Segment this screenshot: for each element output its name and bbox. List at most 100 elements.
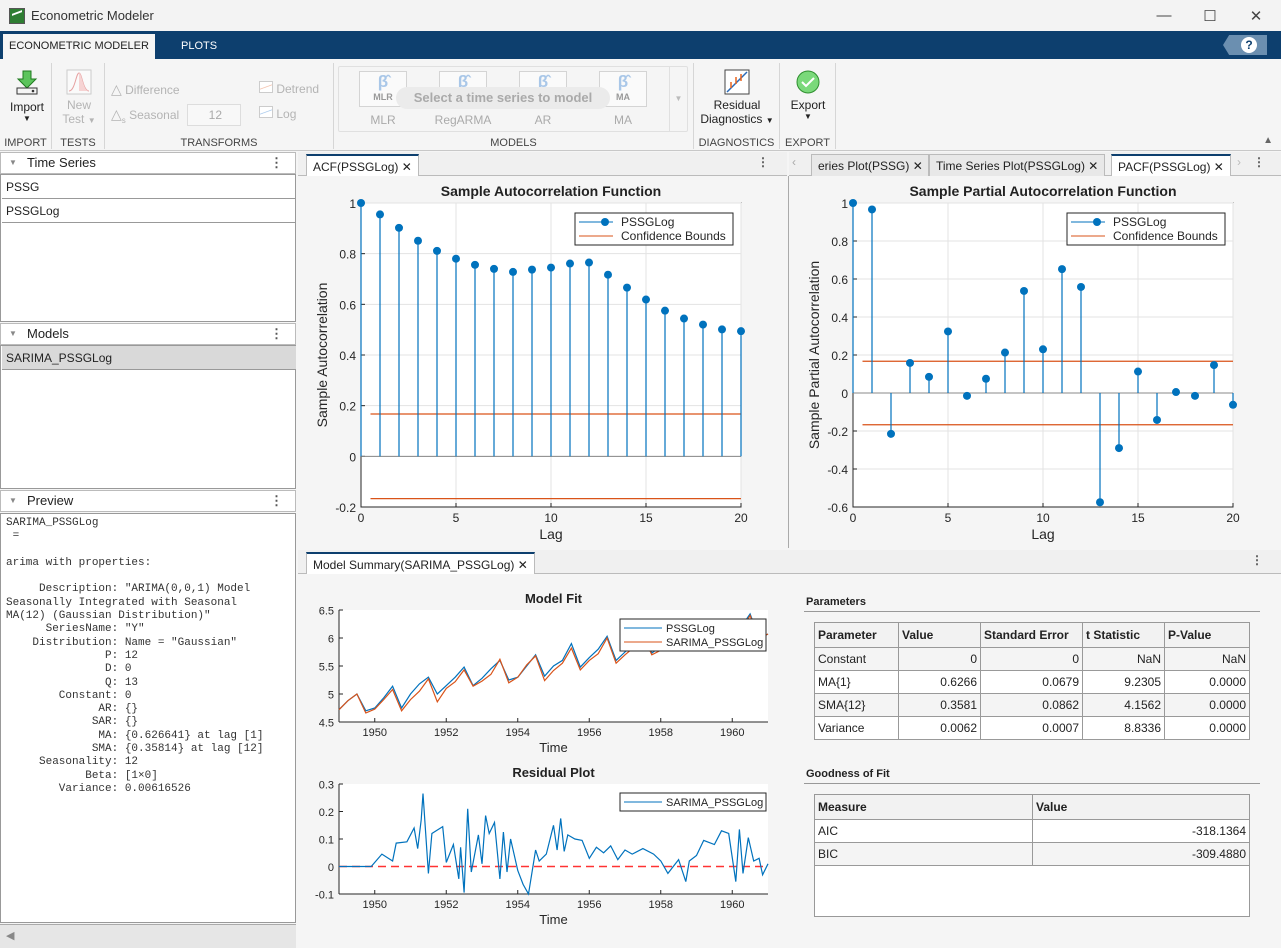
- y-tick-label: 5: [328, 690, 334, 702]
- y-tick-label: 0.2: [831, 349, 848, 363]
- section-label-diagnostics: DIAGNOSTICS: [698, 137, 775, 149]
- collapse-toolstrip-icon[interactable]: ▲: [1263, 135, 1273, 146]
- x-tick-label: 0: [850, 511, 857, 525]
- acf-chart: 0 5 10 15 20-0.200.20.40.60.81Sample Autocor…: [314, 183, 748, 542]
- y-tick-label: 1: [349, 197, 356, 211]
- y-tick-label: 0.2: [339, 400, 356, 414]
- minimize-button[interactable]: —: [1141, 0, 1187, 31]
- log-button[interactable]: Log: [259, 106, 296, 121]
- model-preview-text: SARIMA_PSSGLog = arima with properties: …: [0, 513, 296, 923]
- list-item-selected[interactable]: SARIMA_PSSGLog: [2, 346, 296, 370]
- more-options-icon[interactable]: ⋮: [270, 153, 283, 173]
- preview-panel-header[interactable]: ▼ Preview ⋮: [0, 490, 296, 512]
- table-cell: -318.1364: [1032, 819, 1250, 843]
- table-cell: 0.0062: [898, 716, 981, 740]
- seasonal-period-spinner[interactable]: 12: [187, 104, 241, 126]
- chevron-down-icon: ▼: [23, 114, 31, 123]
- new-test-button[interactable]: New Test ▼: [60, 69, 98, 126]
- models-panel-header[interactable]: ▼ Models ⋮: [0, 323, 296, 345]
- legend-label: SARIMA_PSSGLog: [666, 637, 763, 649]
- seasonal-button[interactable]: △s Seasonal: [111, 106, 179, 125]
- tab-time-series-plot-pssg[interactable]: eries Plot(PSSG) ✕: [811, 154, 929, 176]
- import-section: Import ▼ IMPORT: [0, 63, 52, 149]
- y-tick-label: 0.8: [831, 235, 848, 249]
- export-button[interactable]: Export ▼: [786, 69, 830, 121]
- y-tick-label: 0: [349, 450, 356, 464]
- stem-marker: [433, 246, 441, 255]
- more-options-icon[interactable]: ⋮: [270, 324, 283, 344]
- detrend-icon: [259, 81, 273, 93]
- column-header[interactable]: Standard Error: [980, 622, 1083, 648]
- residual-diagnostics-icon: [724, 69, 750, 95]
- tab-plots[interactable]: PLOTS: [175, 34, 223, 59]
- tab-model-summary[interactable]: Model Summary(SARIMA_PSSGLog) ✕: [306, 552, 535, 574]
- table-row[interactable]: MA{1} 0.6266 0.0679 9.2305 0.0000: [814, 670, 1250, 694]
- model-mlr-label: MLR: [370, 113, 396, 127]
- more-options-icon[interactable]: ⋮: [270, 491, 283, 511]
- y-tick-label: -0.1: [315, 890, 334, 902]
- chart-title: Residual Plot: [512, 765, 595, 780]
- table-row[interactable]: Variance 0.0062 0.0007 8.8336 0.0000: [814, 716, 1250, 740]
- checkmark-icon: [796, 70, 820, 94]
- collapse-icon[interactable]: ▼: [9, 153, 17, 173]
- x-axis-label: Time: [539, 740, 567, 755]
- legend-marker: [1093, 218, 1101, 226]
- legend-label: PSSGLog: [666, 623, 715, 635]
- residual-diagnostics-button[interactable]: Residual Diagnostics ▼: [698, 69, 776, 126]
- scroll-tabs-right-icon[interactable]: ›: [1237, 155, 1241, 169]
- y-tick-label: -0.2: [827, 425, 848, 439]
- scroll-tabs-left-icon[interactable]: ‹: [792, 155, 796, 169]
- stem-marker: [414, 236, 422, 245]
- import-button[interactable]: Import ▼: [6, 69, 48, 123]
- tab-econometric-modeler[interactable]: ECONOMETRIC MODELER: [3, 34, 155, 59]
- detrend-button[interactable]: Detrend: [259, 81, 319, 96]
- more-options-icon[interactable]: ⋮: [1253, 155, 1265, 169]
- close-button[interactable]: ✕: [1233, 0, 1279, 31]
- table-row[interactable]: BIC -309.4880: [814, 842, 1250, 866]
- table-row[interactable]: Constant 0 0 NaN NaN: [814, 647, 1250, 671]
- legend-label: SARIMA_PSSGLog: [666, 797, 763, 809]
- x-tick-label: 20: [734, 511, 748, 525]
- column-header[interactable]: Value: [898, 622, 981, 648]
- goodness-of-fit-table: Measure Value AIC -318.1364 BIC -309.4880: [814, 794, 1250, 866]
- table-cell: 0.0007: [980, 716, 1083, 740]
- table-row[interactable]: AIC -318.1364: [814, 819, 1250, 843]
- y-tick-label: 0: [328, 862, 334, 874]
- time-series-panel-header[interactable]: ▼ Time Series ⋮: [0, 152, 296, 174]
- x-axis-label: Lag: [539, 526, 562, 542]
- y-tick-label: -0.6: [827, 501, 848, 515]
- tab-time-series-plot-pssglog[interactable]: Time Series Plot(PSSGLog) ✕: [929, 154, 1106, 176]
- collapse-icon[interactable]: ▼: [9, 491, 17, 511]
- gallery-expand-icon[interactable]: ▼: [669, 67, 687, 131]
- x-tick-label: 1956: [577, 727, 601, 739]
- test-distribution-icon: [66, 69, 92, 95]
- column-header[interactable]: Value: [1032, 794, 1250, 820]
- column-header[interactable]: Parameter: [814, 622, 899, 648]
- x-tick-label: 0: [358, 511, 365, 525]
- table-row[interactable]: SMA{12} 0.3581 0.0862 4.1562 0.0000: [814, 693, 1250, 717]
- column-header[interactable]: P-Value: [1164, 622, 1250, 648]
- more-options-icon[interactable]: ⋮: [757, 155, 769, 169]
- difference-button[interactable]: △ Difference: [111, 81, 180, 98]
- scroll-left-icon[interactable]: ◀: [6, 929, 14, 942]
- tab-acf[interactable]: ACF(PSSGLog) ✕: [306, 154, 419, 176]
- stem-marker: [642, 295, 650, 304]
- collapse-icon[interactable]: ▼: [9, 324, 17, 344]
- column-header[interactable]: Measure: [814, 794, 1033, 820]
- tab-pacf[interactable]: PACF(PSSGLog) ✕: [1111, 154, 1231, 176]
- maximize-button[interactable]: ☐: [1187, 0, 1233, 31]
- more-options-icon[interactable]: ⋮: [1251, 553, 1263, 567]
- stem-marker: [547, 263, 555, 272]
- ribbon-tab-bar: ECONOMETRIC MODELER PLOTS ?: [0, 31, 1281, 59]
- pane-divider[interactable]: [788, 176, 789, 548]
- left-panel-scrollbar[interactable]: ◀: [0, 924, 296, 948]
- stem-marker: [1115, 444, 1123, 453]
- list-item[interactable]: PSSGLog: [2, 199, 296, 223]
- legend-marker: [601, 218, 609, 226]
- column-header[interactable]: t Statistic: [1082, 622, 1165, 648]
- stem-marker: [925, 372, 933, 381]
- help-button[interactable]: ?: [1223, 35, 1267, 55]
- tests-section: New Test ▼ TESTS: [52, 63, 105, 149]
- model-ma-label: MA: [614, 113, 632, 127]
- list-item[interactable]: PSSG: [2, 175, 296, 199]
